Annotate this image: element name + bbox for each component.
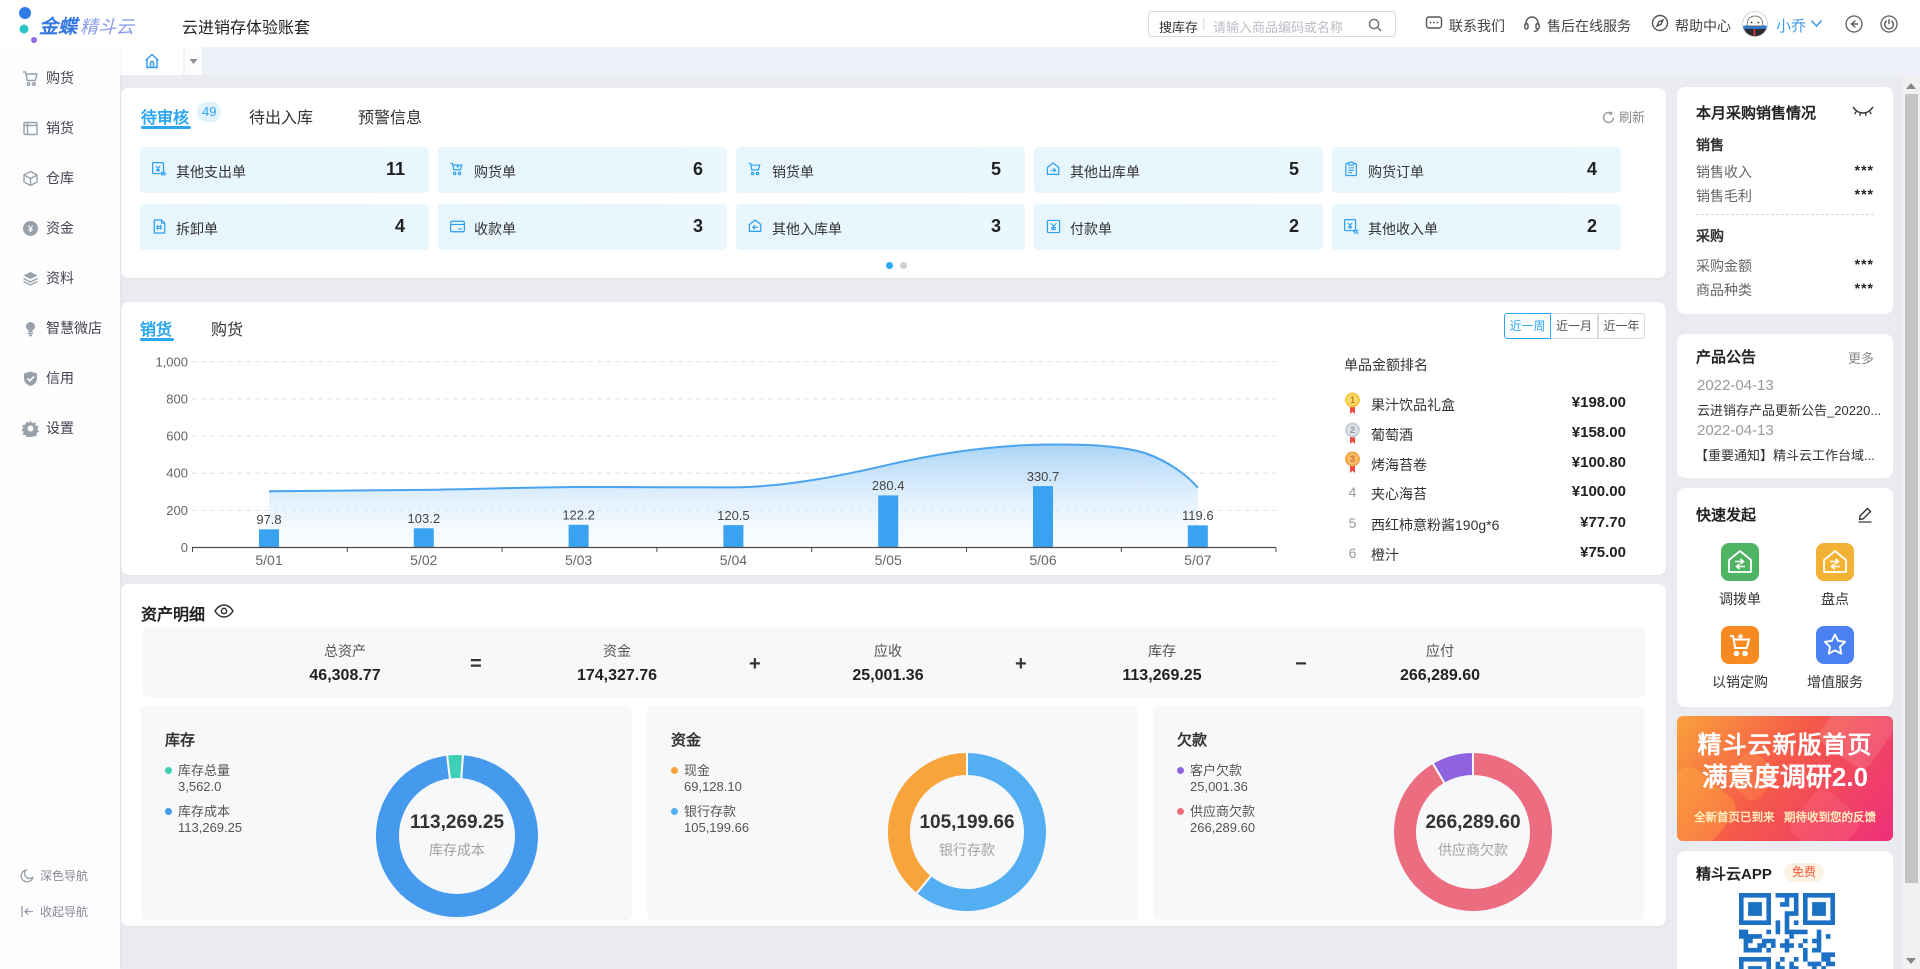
svg-text:0: 0 xyxy=(181,540,188,555)
svg-text:800: 800 xyxy=(166,391,188,406)
svg-text:120.5: 120.5 xyxy=(717,508,750,523)
svg-text:330.7: 330.7 xyxy=(1027,469,1060,484)
svg-text:5/04: 5/04 xyxy=(720,552,747,568)
svg-text:122.2: 122.2 xyxy=(562,508,595,523)
svg-text:400: 400 xyxy=(166,466,188,481)
svg-text:600: 600 xyxy=(166,429,188,444)
svg-text:5/06: 5/06 xyxy=(1029,552,1056,568)
svg-text:280.4: 280.4 xyxy=(872,478,905,493)
svg-text:2: 2 xyxy=(1350,425,1355,435)
svg-text:5/03: 5/03 xyxy=(565,552,592,568)
svg-text:5/07: 5/07 xyxy=(1184,552,1211,568)
svg-text:1,000: 1,000 xyxy=(155,354,188,369)
svg-text:5/05: 5/05 xyxy=(875,552,902,568)
svg-text:200: 200 xyxy=(166,503,188,518)
svg-text:¥: ¥ xyxy=(28,224,34,235)
svg-text:5/01: 5/01 xyxy=(255,552,282,568)
svg-text:3: 3 xyxy=(1350,454,1355,464)
svg-text:119.6: 119.6 xyxy=(1182,508,1214,523)
svg-text:97.8: 97.8 xyxy=(256,512,281,527)
svg-text:5/02: 5/02 xyxy=(410,552,437,568)
svg-text:1: 1 xyxy=(1350,395,1355,405)
svg-text:103.2: 103.2 xyxy=(408,511,441,526)
